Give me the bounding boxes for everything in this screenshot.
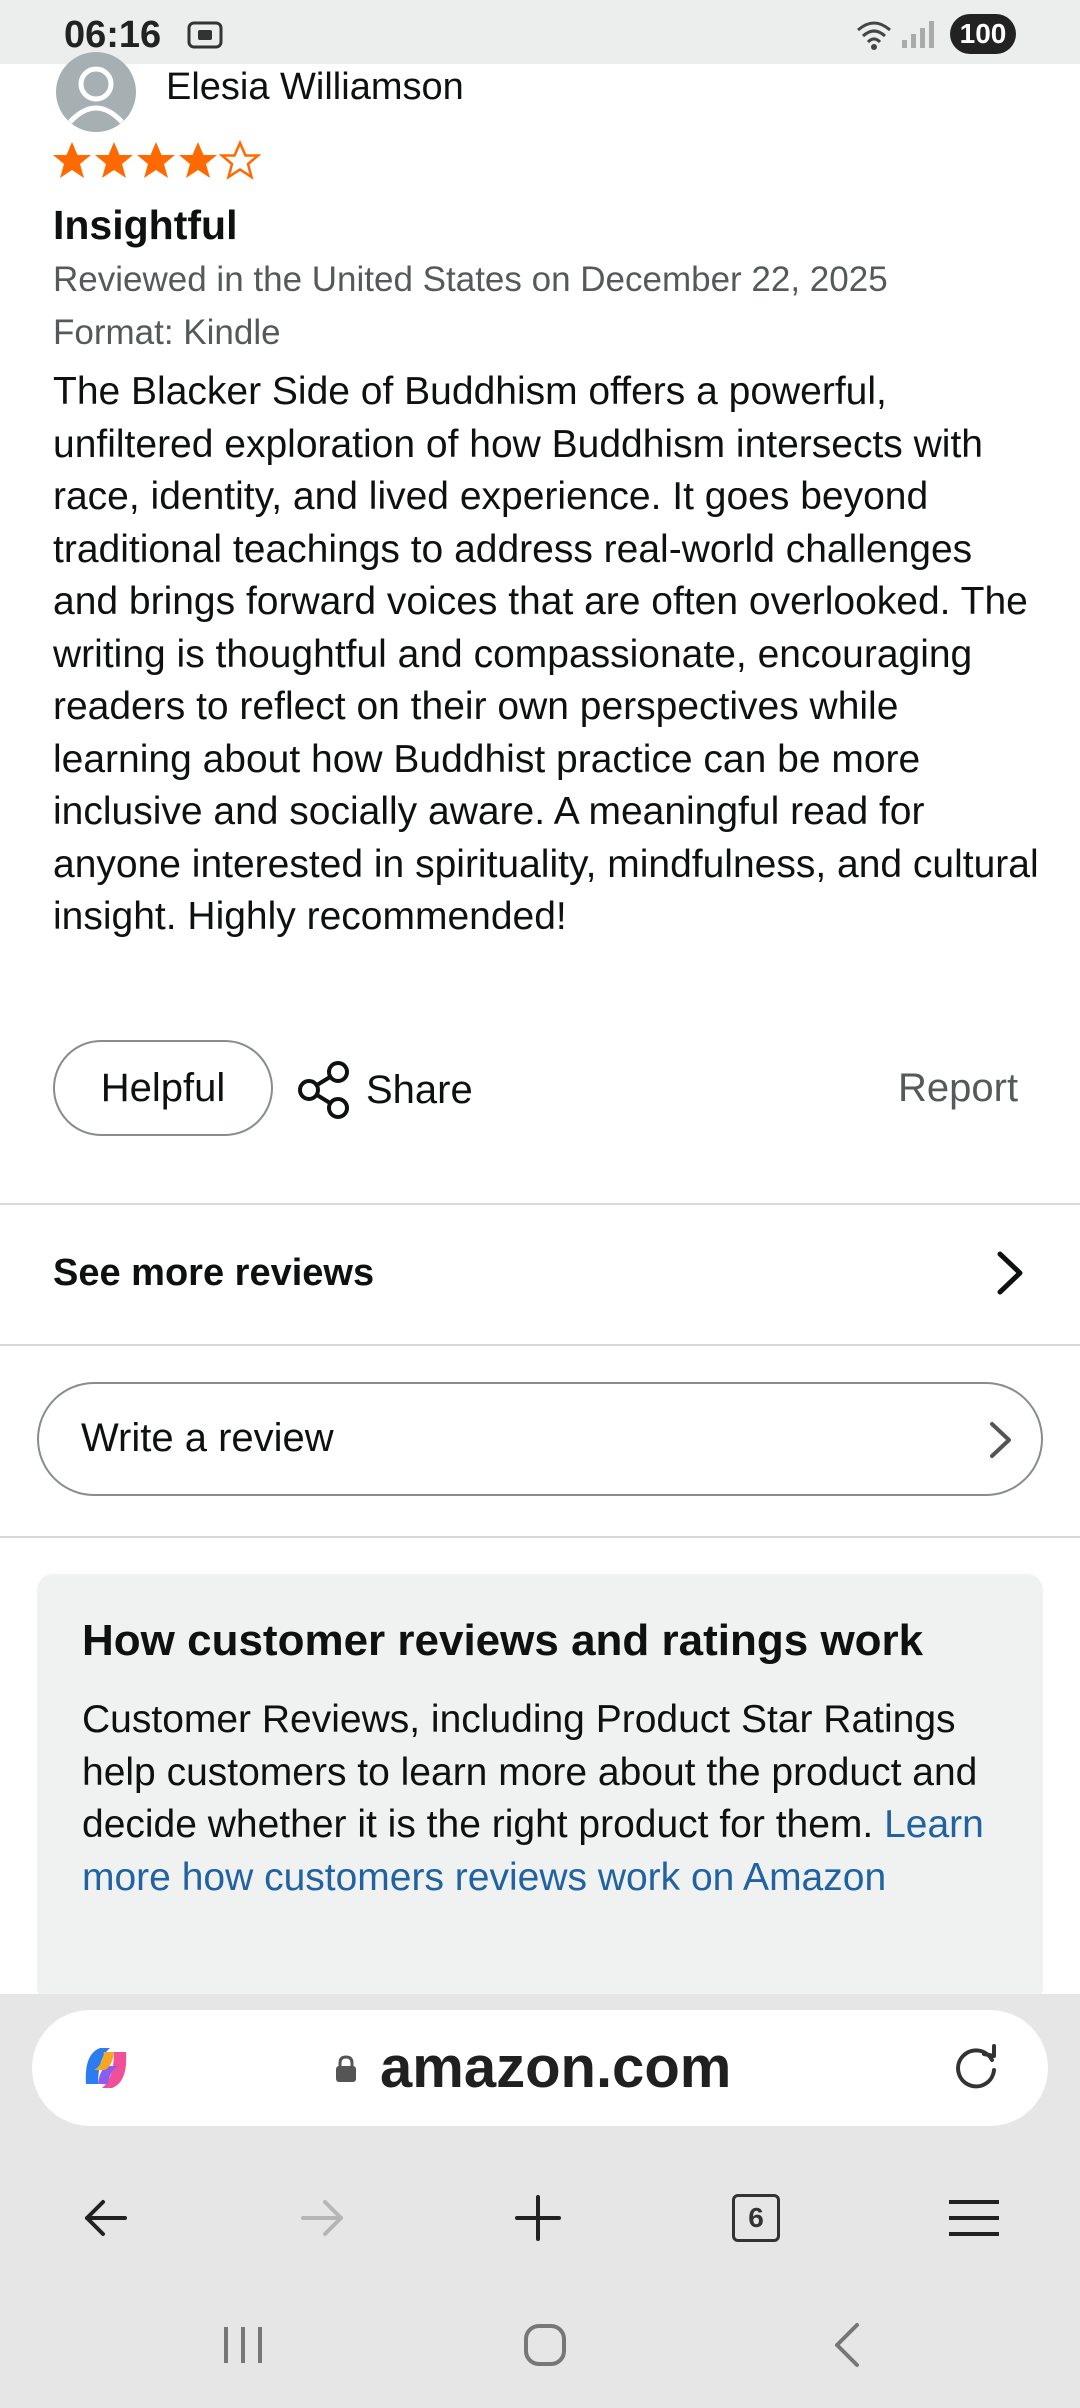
star-icon-filled bbox=[179, 142, 217, 178]
star-icon-filled bbox=[95, 142, 133, 178]
info-box-title: How customer reviews and ratings work bbox=[82, 1616, 924, 1665]
star-icon-filled bbox=[137, 142, 175, 178]
divider bbox=[0, 1203, 1080, 1205]
recent-apps-button[interactable] bbox=[203, 2310, 283, 2380]
battery-indicator: 100 bbox=[950, 14, 1016, 54]
recents-icon bbox=[224, 2327, 262, 2363]
review-date: Reviewed in the United States on Decembe… bbox=[53, 260, 888, 299]
share-label: Share bbox=[366, 1067, 473, 1112]
forward-button[interactable] bbox=[282, 2178, 362, 2258]
url-text[interactable]: amazon.com bbox=[380, 2034, 731, 2101]
tab-count: 6 bbox=[732, 2194, 780, 2242]
see-more-reviews-label: See more reviews bbox=[53, 1252, 375, 1294]
screenshot-notification-icon bbox=[186, 18, 224, 57]
helpful-button[interactable]: Helpful bbox=[53, 1040, 273, 1136]
tabs-button[interactable]: 6 bbox=[716, 2178, 796, 2258]
report-link[interactable]: Report bbox=[898, 1066, 1018, 1111]
divider bbox=[0, 1344, 1080, 1346]
arrow-left-icon bbox=[85, 2200, 127, 2236]
reviews-info-box: How customer reviews and ratings work Cu… bbox=[37, 1574, 1043, 2004]
review-format: Format: Kindle bbox=[53, 313, 281, 352]
write-review-label: Write a review bbox=[81, 1416, 334, 1460]
user-avatar-icon bbox=[68, 66, 124, 124]
write-review-button[interactable]: Write a review bbox=[37, 1382, 1043, 1496]
status-time: 06:16 bbox=[64, 14, 162, 56]
reviewer-name[interactable]: Elesia Williamson bbox=[166, 66, 464, 109]
divider bbox=[0, 1536, 1080, 1538]
back-button[interactable] bbox=[66, 2178, 146, 2258]
home-icon bbox=[524, 2324, 566, 2366]
menu-button[interactable] bbox=[934, 2178, 1014, 2258]
share-button[interactable]: Share bbox=[296, 1058, 473, 1122]
chevron-right-icon bbox=[983, 1420, 1017, 1465]
hamburger-menu-icon bbox=[949, 2200, 999, 2236]
star-icon-empty bbox=[218, 139, 262, 180]
home-button[interactable] bbox=[505, 2310, 585, 2380]
signal-icon bbox=[900, 18, 936, 55]
info-box-body: Customer Reviews, including Product Star… bbox=[82, 1694, 1012, 1904]
copilot-icon[interactable] bbox=[78, 2040, 134, 2101]
system-back-button[interactable] bbox=[807, 2310, 887, 2380]
plus-icon bbox=[515, 2195, 561, 2241]
wifi-icon bbox=[854, 16, 894, 57]
avatar[interactable] bbox=[56, 52, 136, 132]
review-title: Insightful bbox=[53, 202, 238, 248]
arrow-right-icon bbox=[301, 2200, 343, 2236]
reload-icon[interactable] bbox=[948, 2040, 1004, 2101]
star-icon-filled bbox=[53, 142, 91, 178]
star-rating bbox=[52, 139, 268, 189]
info-box-text: Customer Reviews, including Product Star… bbox=[82, 1698, 978, 1846]
lock-icon bbox=[332, 2054, 360, 2089]
new-tab-button[interactable] bbox=[498, 2178, 578, 2258]
address-bar[interactable]: amazon.com bbox=[32, 2010, 1048, 2126]
see-more-reviews-row[interactable]: See more reviews bbox=[0, 1206, 1080, 1342]
chevron-right-icon bbox=[990, 1250, 1030, 1301]
review-body: The Blacker Side of Buddhism offers a po… bbox=[53, 370, 1039, 938]
chevron-left-icon bbox=[835, 2323, 859, 2367]
share-icon bbox=[298, 1061, 349, 1119]
status-bar: 06:16 100 bbox=[0, 0, 1080, 64]
